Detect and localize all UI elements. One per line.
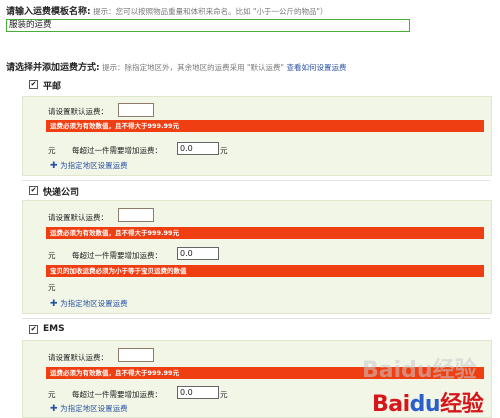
checkbox-surface-mail[interactable]: ✔ (29, 80, 38, 89)
select-method-label: 请选择并添加运费方式: (6, 63, 100, 73)
baidu-watermark: Baidu经验 (372, 386, 484, 418)
area-fee-link[interactable]: 为指定地区设置运费 (60, 299, 128, 308)
checkbox-express[interactable]: ✔ (29, 186, 38, 195)
extra-fee-input[interactable]: 0.0 (177, 142, 219, 155)
area-fee-link[interactable]: 为指定地区设置运费 (60, 404, 128, 413)
default-fee-input[interactable] (118, 348, 154, 362)
area-fee-link[interactable]: 为指定地区设置运费 (60, 161, 128, 170)
select-method-hint: 提示：除指定地区外，其余地区的运费采用 "默认运费" (102, 63, 284, 72)
unit-yuan-after: 元 (220, 146, 228, 155)
extra-fee-label: 每超过一件需要增加运费： (72, 390, 162, 399)
plus-icon: ✚ (50, 404, 58, 414)
unit-yuan-below: 元 (48, 283, 56, 292)
divider (22, 318, 490, 319)
template-name-row: 请输入运费模板名称: 提示：您可以按照物品重量和体积来命名。比如 "小于一公斤的… (6, 4, 327, 17)
checkbox-ems[interactable]: ✔ (29, 325, 38, 334)
default-fee-input[interactable] (118, 103, 154, 117)
watermark-jingyan: 经验 (440, 392, 484, 417)
extra-fee-input[interactable]: 0.0 (177, 247, 219, 260)
error-message: 运费必须为有效数值，且不得大于999.99元 (46, 120, 484, 132)
section-title-express: 快递公司 (43, 188, 80, 198)
default-fee-label: 请设置默认运费： (48, 213, 108, 222)
extra-fee-input[interactable]: 0.0 (177, 386, 219, 399)
default-fee-label: 请设置默认运费： (48, 107, 108, 116)
watermark-du: du (409, 392, 441, 417)
area-fee-link-row[interactable]: ✚ 为指定地区设置运费 (50, 298, 128, 309)
section-title-surface-mail: 平邮 (43, 82, 62, 92)
extra-fee-label: 每超过一件需要增加运费： (72, 146, 162, 155)
extra-fee-label: 每超过一件需要增加运费： (72, 251, 162, 260)
section-title-ems: EMS (43, 324, 65, 334)
unit-yuan: 元 (48, 251, 56, 260)
unit-yuan: 元 (48, 390, 56, 399)
default-fee-label: 请设置默认运费： (48, 353, 108, 362)
plus-icon: ✚ (50, 161, 58, 171)
plus-icon: ✚ (50, 299, 58, 309)
watermark-faint: Baidu经验 (362, 358, 477, 383)
template-name-hint: 提示：您可以按照物品重量和体积来命名。比如 "小于一公斤的物品"） (93, 7, 328, 16)
area-fee-link-row[interactable]: ✚ 为指定地区设置运费 (50, 160, 128, 171)
select-method-row: 请选择并添加运费方式: 提示：除指定地区外，其余地区的运费采用 "默认运费" 查… (6, 60, 347, 73)
area-fee-link-row[interactable]: ✚ 为指定地区设置运费 (50, 403, 128, 414)
error-message: 运费必须为有效数值，且不得大于999.99元 (46, 227, 484, 239)
default-fee-input[interactable] (118, 208, 154, 222)
unit-yuan: 元 (48, 146, 56, 155)
error-message-extra: 宝贝的加收运费必须为小于等于宝贝运费的数值 (46, 265, 484, 277)
template-name-label: 请输入运费模板名称: (6, 7, 91, 17)
watermark-bai: Bai (372, 392, 410, 417)
template-name-input[interactable]: 服装的运费 (6, 19, 410, 32)
how-to-set-link[interactable]: 查看如何设置运费 (287, 63, 347, 72)
unit-yuan-after: 元 (220, 390, 228, 399)
divider (22, 180, 490, 181)
